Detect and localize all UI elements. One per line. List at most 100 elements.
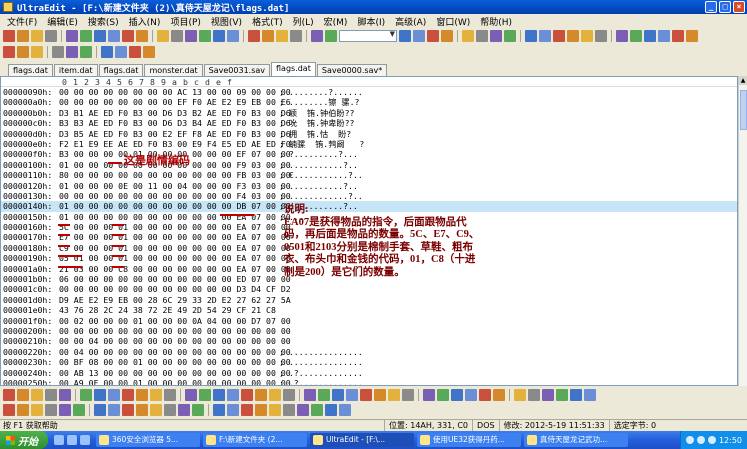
toolbar-button-icon[interactable] xyxy=(616,30,628,42)
network-icon[interactable] xyxy=(685,436,694,444)
hex-row[interactable]: 000000c0h: B3 B3 AE ED F0 B3 00 D6 D3 B4 … xyxy=(1,118,737,128)
row-hex-bytes[interactable]: 05 01 00 00 01 00 00 00 00 00 00 00 EA 0… xyxy=(59,253,291,263)
toolbar-button-icon[interactable] xyxy=(171,30,183,42)
bottom-button-icon[interactable] xyxy=(570,389,582,401)
row-hex-bytes[interactable]: 06 00 00 00 00 00 00 00 00 00 00 00 ED 0… xyxy=(59,274,291,284)
bottom2-button-icon[interactable] xyxy=(269,404,281,416)
bottom2-button-icon[interactable] xyxy=(297,404,309,416)
toolbar-button-icon[interactable] xyxy=(94,30,106,42)
bottom-button-icon[interactable] xyxy=(584,389,596,401)
row-hex-bytes[interactable]: 00 BF 08 00 00 01 00 00 00 00 00 00 00 0… xyxy=(59,357,291,367)
row-hex-bytes[interactable]: 00 00 00 00 00 00 00 00 00 00 00 00 D3 D… xyxy=(59,284,291,294)
hex-row[interactable]: 00000120h: 01 00 00 00 0E 00 11 00 04 00 … xyxy=(1,181,737,191)
row-hex-bytes[interactable]: 21 03 00 00 C8 00 00 00 00 00 00 00 EA 0… xyxy=(59,264,291,274)
toolbar-button-icon[interactable] xyxy=(462,30,474,42)
toolbar-button-icon[interactable] xyxy=(476,30,488,42)
bottom-button-icon[interactable] xyxy=(227,389,239,401)
row-ascii[interactable]: ; 蝻骡 铕.鹁阚 ? xyxy=(279,139,364,149)
menu-item[interactable]: 帮助(H) xyxy=(475,15,517,28)
bottom2-button-icon[interactable] xyxy=(59,404,71,416)
bottom2-button-icon[interactable] xyxy=(339,404,351,416)
media-icon[interactable] xyxy=(80,435,90,445)
row-hex-bytes[interactable]: 00 AB 13 00 00 00 00 00 00 00 00 00 00 0… xyxy=(59,368,291,378)
hex-row[interactable]: 00000130h: 00 00 00 00 00 00 00 00 00 00 … xyxy=(1,191,737,201)
bottom2-button-icon[interactable] xyxy=(241,404,253,416)
toolbar-button-icon[interactable] xyxy=(630,30,642,42)
bottom-button-icon[interactable] xyxy=(283,389,295,401)
bottom-button-icon[interactable] xyxy=(374,389,386,401)
hex-row[interactable]: 000000b0h: D3 B1 AE ED F0 B3 00 D6 D3 B2 … xyxy=(1,108,737,118)
desktop-icon[interactable] xyxy=(67,435,77,445)
toolbar-button-icon[interactable] xyxy=(276,30,288,42)
toolbar-button-icon[interactable] xyxy=(31,30,43,42)
menu-item[interactable]: 高级(A) xyxy=(390,15,431,28)
bottom-button-icon[interactable] xyxy=(136,389,148,401)
bottom-button-icon[interactable] xyxy=(17,389,29,401)
toolbar-button-icon[interactable] xyxy=(185,30,197,42)
toolbar-button-icon[interactable] xyxy=(427,30,439,42)
row-hex-bytes[interactable]: 00 04 00 00 00 00 00 00 00 00 00 00 00 0… xyxy=(59,347,291,357)
tab-file[interactable]: Save0031.sav xyxy=(203,64,270,76)
bottom2-button-icon[interactable] xyxy=(94,404,106,416)
bottom-button-icon[interactable] xyxy=(255,389,267,401)
menu-item[interactable]: 搜索(S) xyxy=(83,15,124,28)
toolbar-button-icon[interactable] xyxy=(686,30,698,42)
toolbar-button-icon[interactable] xyxy=(658,30,670,42)
tab-active[interactable]: flags.dat xyxy=(271,62,316,76)
row-hex-bytes[interactable]: 43 76 28 2C 24 38 72 2E 49 2D 54 29 CF 2… xyxy=(59,305,276,315)
bottom2-button-icon[interactable] xyxy=(3,404,15,416)
row-ascii[interactable]: ; ........镲 骡.? xyxy=(279,97,359,107)
bottom2-button-icon[interactable] xyxy=(45,404,57,416)
bottom-button-icon[interactable] xyxy=(3,389,15,401)
row-hex-bytes[interactable]: 5C 00 00 00 01 00 00 00 00 00 00 00 EA 0… xyxy=(59,222,291,232)
row-ascii[interactable]: ; ............?.. xyxy=(279,191,363,201)
menu-item[interactable]: 文件(F) xyxy=(2,15,42,28)
toolbar2-button-icon[interactable] xyxy=(115,46,127,58)
bottom-button-icon[interactable] xyxy=(150,389,162,401)
hex-row[interactable]: 000000e0h: F2 E1 E9 EE AE ED F0 B3 00 E9 … xyxy=(1,139,737,149)
row-hex-bytes[interactable]: 80 00 00 00 00 00 00 00 00 00 00 00 FB 0… xyxy=(59,170,291,180)
hex-row[interactable]: 000001f0h: 00 02 00 00 00 01 00 00 00 0A … xyxy=(1,316,737,326)
toolbar-button-icon[interactable] xyxy=(413,30,425,42)
toolbar-button-icon[interactable] xyxy=(157,30,169,42)
toolbar-button-icon[interactable] xyxy=(581,30,593,42)
row-hex-bytes[interactable]: D3 B1 AE ED F0 B3 00 D6 D3 B2 AE ED F0 B… xyxy=(59,108,291,118)
hex-row[interactable]: 00000200h: 00 00 00 00 00 00 00 00 00 00 … xyxy=(1,326,737,336)
bottom2-button-icon[interactable] xyxy=(325,404,337,416)
toolbar-button-icon[interactable] xyxy=(290,30,302,42)
bottom2-button-icon[interactable] xyxy=(192,404,204,416)
toolbar2-button-icon[interactable] xyxy=(17,46,29,58)
menu-item[interactable]: 项目(P) xyxy=(165,15,205,28)
hex-row[interactable]: 000000d0h: D3 B5 AE ED F0 B3 00 E2 EF F8 … xyxy=(1,129,737,139)
menu-item[interactable]: 编辑(E) xyxy=(42,15,83,28)
maximize-button[interactable]: □ xyxy=(719,1,731,13)
bottom2-button-icon[interactable] xyxy=(73,404,85,416)
tab-file[interactable]: Save0000.sav* xyxy=(316,64,388,76)
toolbar-button-icon[interactable] xyxy=(66,30,78,42)
hex-row[interactable]: 000000a0h: 00 00 00 00 00 00 00 00 EF F0 … xyxy=(1,97,737,107)
bottom2-button-icon[interactable] xyxy=(150,404,162,416)
toolbar-button-icon[interactable] xyxy=(227,30,239,42)
bottom2-button-icon[interactable] xyxy=(311,404,323,416)
toolbar-button-icon[interactable] xyxy=(122,30,134,42)
toolbar-button-icon[interactable] xyxy=(644,30,656,42)
row-hex-bytes[interactable]: D9 AE E2 E9 EB 00 28 6C 29 33 2D E2 27 6… xyxy=(59,295,291,305)
hex-row[interactable]: 00000250h: 00 A9 0F 00 00 01 00 00 00 00 … xyxy=(1,378,737,385)
toolbar-button-icon[interactable] xyxy=(108,30,120,42)
toolbar2-button-icon[interactable] xyxy=(143,46,155,58)
toolbar-button-icon[interactable] xyxy=(248,30,260,42)
start-button[interactable]: 开始 xyxy=(0,431,48,449)
bottom-button-icon[interactable] xyxy=(346,389,358,401)
hex-row[interactable]: 00000240h: 00 AB 13 00 00 00 00 00 00 00 … xyxy=(1,368,737,378)
hex-row[interactable]: 000001c0h: 00 00 00 00 00 00 00 00 00 00 … xyxy=(1,284,737,294)
toolbar-button-icon[interactable] xyxy=(490,30,502,42)
toolbar-button-icon[interactable] xyxy=(567,30,579,42)
row-ascii[interactable]: ; ?.........?... xyxy=(279,149,358,159)
bottom-button-icon[interactable] xyxy=(332,389,344,401)
bottom-button-icon[interactable] xyxy=(556,389,568,401)
row-ascii[interactable]: ; ............... xyxy=(279,347,363,357)
menu-item[interactable]: 视图(V) xyxy=(206,15,247,28)
toolbar2-button-icon[interactable] xyxy=(66,46,78,58)
row-hex-bytes[interactable]: 00 02 00 00 00 01 00 00 00 0A 04 00 00 D… xyxy=(59,316,291,326)
bottom2-button-icon[interactable] xyxy=(178,404,190,416)
